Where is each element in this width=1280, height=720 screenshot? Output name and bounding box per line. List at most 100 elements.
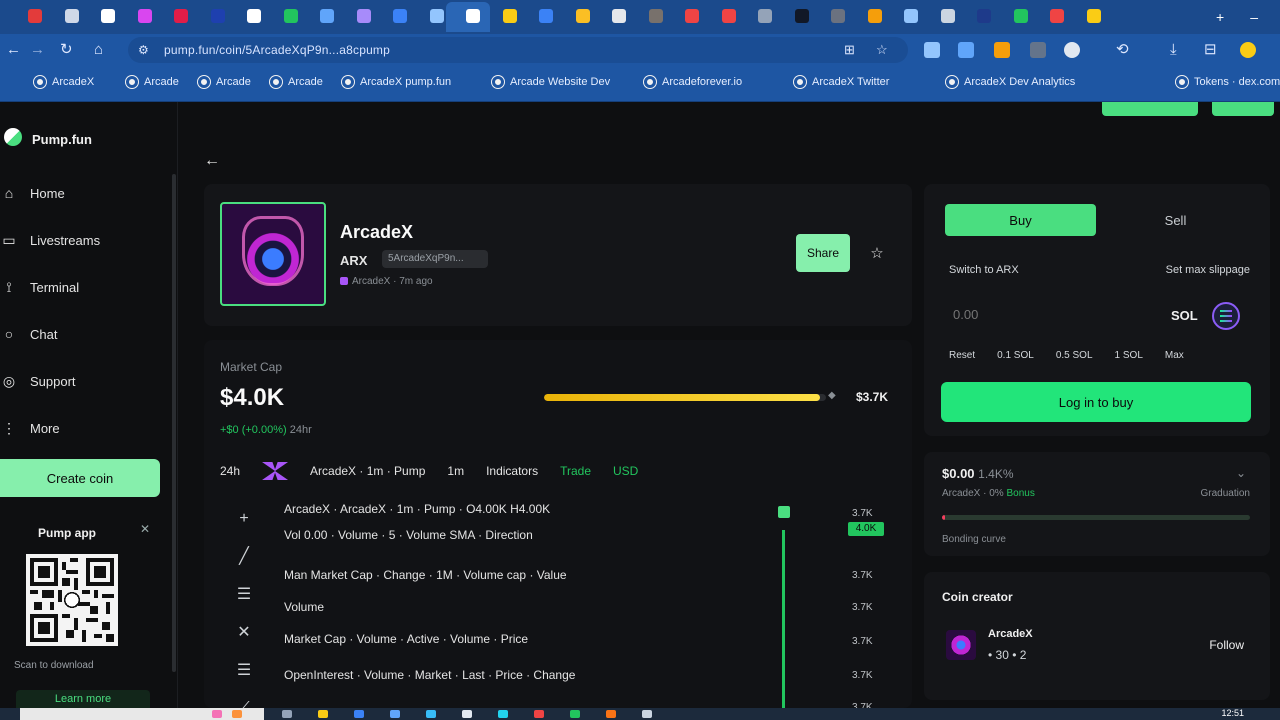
tab-favicon-icon[interactable]: [575, 9, 590, 23]
history-icon[interactable]: ⟲: [1116, 41, 1129, 59]
tab-favicon-icon[interactable]: [648, 9, 663, 23]
tab-favicon-icon[interactable]: [466, 9, 480, 23]
amount-input[interactable]: [945, 296, 1251, 332]
back-arrow-icon[interactable]: ←: [204, 152, 220, 170]
tab-favicon-icon[interactable]: [502, 9, 517, 23]
site-info-icon[interactable]: ⚙: [138, 41, 149, 59]
quick-amount-option[interactable]: 1 SOL: [1115, 350, 1143, 361]
currency-toggle[interactable]: USD: [613, 464, 638, 478]
trendline-tool-icon[interactable]: ╱: [239, 546, 249, 568]
bookmark-item[interactable]: Tokens · dex.com: [1176, 76, 1280, 88]
sidebar-item-home[interactable]: ⌂ Home: [0, 184, 65, 202]
tab-favicon-icon[interactable]: [685, 9, 699, 23]
sell-tab[interactable]: Sell: [1100, 204, 1251, 236]
sidebar-item-terminal[interactable]: ⟟ Terminal: [0, 278, 79, 296]
taskbar-app-icon[interactable]: [570, 710, 580, 718]
tab-favicon-icon[interactable]: [977, 9, 991, 23]
taskbar-app-icon[interactable]: [354, 710, 364, 718]
tab-favicon-icon[interactable]: [867, 9, 882, 23]
sidebar-item-chat[interactable]: ○ Chat: [0, 325, 58, 343]
tab-favicon-icon[interactable]: [64, 9, 79, 23]
taskbar-app-icon[interactable]: [232, 710, 242, 718]
fib-tool-icon[interactable]: ☰: [237, 584, 251, 606]
chart-symbol[interactable]: ArcadeX · 1m · Pump: [310, 464, 425, 478]
tab-favicon-icon[interactable]: [174, 9, 188, 23]
taskbar-app-icon[interactable]: [498, 710, 508, 718]
tab-favicon-icon[interactable]: [539, 9, 553, 23]
collections-icon[interactable]: ⊟: [1204, 41, 1217, 59]
extension-icon[interactable]: [1030, 42, 1046, 58]
back-arrow-icon[interactable]: ←: [6, 41, 21, 59]
tab-favicon-icon[interactable]: [429, 9, 444, 23]
reload-icon[interactable]: ↻: [60, 41, 73, 59]
contract-address[interactable]: 5ArcadeXqP9n...: [382, 250, 488, 268]
sidebar-item-livestreams[interactable]: ▭ Livestreams: [0, 231, 100, 249]
bookmark-item[interactable]: ArcadeX pump.fun: [342, 76, 451, 88]
tab-favicon-icon[interactable]: [137, 9, 152, 23]
trade-toggle[interactable]: Trade: [560, 464, 591, 478]
buy-tab[interactable]: Buy: [945, 204, 1096, 236]
close-icon[interactable]: ✕: [140, 522, 150, 536]
extension-icon[interactable]: [958, 42, 974, 58]
bookmark-item[interactable]: Arcadeforever.io: [644, 76, 742, 88]
slippage-link[interactable]: Set max slippage: [1166, 264, 1250, 276]
top-action-button[interactable]: [1212, 102, 1274, 116]
taskbar-app-icon[interactable]: [462, 710, 472, 718]
crosshair-tool-icon[interactable]: +: [239, 508, 248, 530]
sidebar-item-more[interactable]: ⋮ More: [0, 419, 60, 437]
tab-favicon-icon[interactable]: [356, 9, 371, 23]
creator-name[interactable]: ArcadeX: [988, 628, 1033, 640]
bookmark-item[interactable]: ArcadeX: [34, 76, 94, 88]
tab-favicon-icon[interactable]: [940, 9, 955, 23]
bookmark-item[interactable]: Arcade: [270, 76, 323, 88]
bookmark-item[interactable]: Arcade: [126, 76, 179, 88]
tab-favicon-icon[interactable]: [1050, 9, 1064, 23]
quick-amount-option[interactable]: 0.5 SOL: [1056, 350, 1093, 361]
tab-favicon-icon[interactable]: [247, 9, 261, 23]
quick-amount-reset[interactable]: Reset: [949, 350, 975, 361]
taskbar-search[interactable]: [20, 708, 264, 720]
tab-favicon-icon[interactable]: [612, 9, 626, 23]
tab-favicon-icon[interactable]: [904, 9, 918, 23]
measure-tool-icon[interactable]: ☰: [237, 660, 251, 682]
price-chart[interactable]: ArcadeX · ArcadeX · 1m · Pump · O4.00K H…: [278, 490, 888, 713]
star-icon[interactable]: ☆: [858, 234, 896, 272]
create-coin-button[interactable]: Create coin: [0, 459, 160, 497]
indicators-button[interactable]: Indicators: [486, 464, 538, 478]
switch-token-link[interactable]: Switch to ARX: [949, 264, 1019, 276]
home-icon[interactable]: ⌂: [94, 41, 103, 59]
taskbar-app-icon[interactable]: [282, 710, 292, 718]
tab-favicon-icon[interactable]: [794, 9, 809, 23]
forward-arrow-icon[interactable]: →: [30, 41, 45, 59]
sidebar-scrollbar[interactable]: [172, 174, 176, 672]
url-text[interactable]: pump.fun/coin/5ArcadeXqP9n...a8cpump: [164, 43, 390, 57]
taskbar-app-icon[interactable]: [642, 710, 652, 718]
new-tab-button[interactable]: +: [1216, 9, 1224, 25]
tab-favicon-icon[interactable]: [320, 9, 334, 23]
sidebar-item-support[interactable]: ◎ Support: [0, 372, 76, 390]
avatar[interactable]: [946, 630, 976, 660]
bookmark-item[interactable]: ArcadeX Dev Analytics: [946, 76, 1075, 88]
taskbar-app-icon[interactable]: [318, 710, 328, 718]
tab-favicon-icon[interactable]: [721, 9, 736, 23]
tab-favicon-icon[interactable]: [1086, 9, 1101, 23]
taskbar-app-icon[interactable]: [606, 710, 616, 718]
follow-button[interactable]: Follow: [1209, 638, 1244, 652]
taskbar-app-icon[interactable]: [212, 710, 222, 718]
taskbar-app-icon[interactable]: [390, 710, 400, 718]
translate-icon[interactable]: ⊞: [844, 41, 855, 59]
tab-favicon-icon[interactable]: [210, 9, 225, 23]
tab-favicon-icon[interactable]: [758, 9, 772, 23]
chevron-down-icon[interactable]: ⌄: [1236, 466, 1246, 480]
download-icon[interactable]: ⤓: [1170, 41, 1177, 59]
tab-favicon-icon[interactable]: [283, 9, 298, 23]
pattern-tool-icon[interactable]: ✕: [237, 622, 250, 644]
tab-favicon-icon[interactable]: [831, 9, 845, 23]
interval-button[interactable]: 1m: [447, 464, 464, 478]
tab-favicon-icon[interactable]: [101, 9, 115, 23]
tab-favicon-icon[interactable]: [393, 9, 407, 23]
extension-icon[interactable]: [924, 42, 940, 58]
profile-icon[interactable]: [1064, 42, 1080, 58]
extension-icon[interactable]: [994, 42, 1010, 58]
bookmark-star-icon[interactable]: ☆: [876, 41, 888, 59]
